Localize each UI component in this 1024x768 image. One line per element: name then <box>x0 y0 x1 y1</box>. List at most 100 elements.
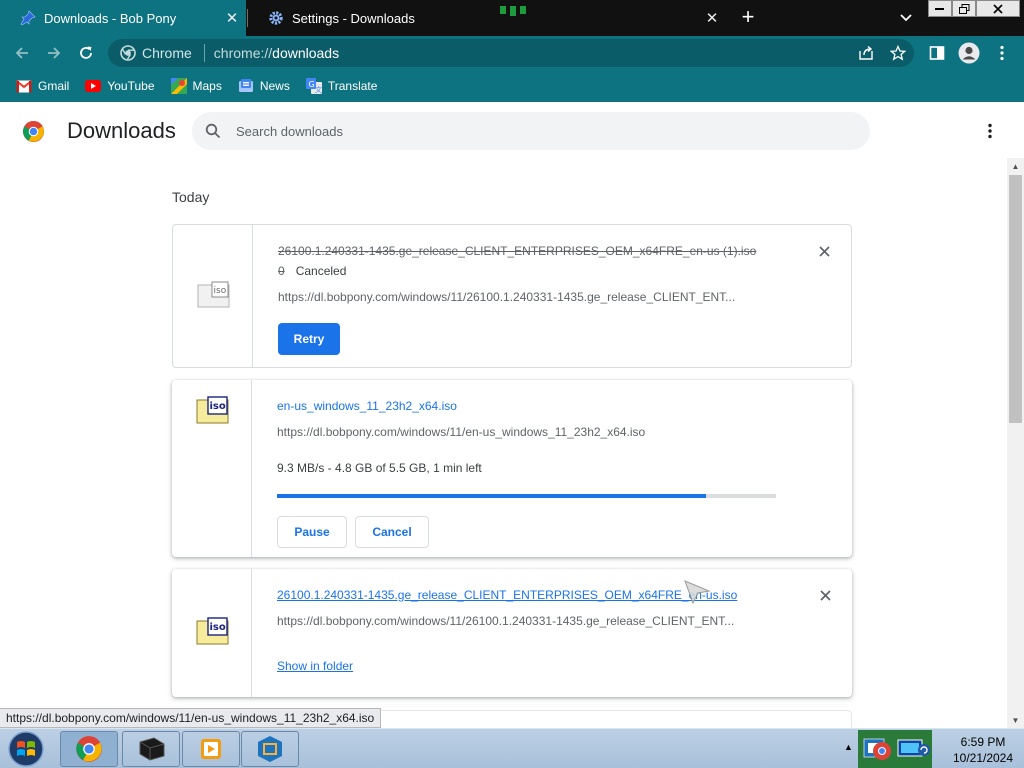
sync-icon[interactable] <box>917 743 931 757</box>
bookmark-translate[interactable]: G文 Translate <box>305 78 378 94</box>
page-scrollbar[interactable]: ▲ ▼ <box>1007 158 1024 728</box>
date-section-heading: Today <box>172 189 210 205</box>
search-input[interactable] <box>236 123 836 139</box>
download-status: 0 Canceled <box>278 264 346 278</box>
chrome-page-icon <box>120 45 136 61</box>
profile-avatar-icon[interactable] <box>956 40 982 66</box>
new-tab-button[interactable]: + <box>737 6 759 29</box>
share-icon[interactable] <box>853 40 879 66</box>
bookmark-label: Maps <box>192 79 222 93</box>
retry-button[interactable]: Retry <box>278 323 340 355</box>
tab-search-chevron-icon[interactable] <box>896 8 916 28</box>
tab-close-icon[interactable]: ✕ <box>222 8 242 28</box>
bookmark-star-icon[interactable] <box>885 40 911 66</box>
more-actions-icon[interactable] <box>980 121 1000 141</box>
url-host: downloads <box>272 45 340 61</box>
virtualbox-icon <box>258 736 282 762</box>
iso-file-icon: iso <box>196 396 229 424</box>
file-url: https://dl.bobpony.com/windows/11/26100.… <box>277 614 735 628</box>
windows-start-icon[interactable] <box>6 730 46 768</box>
remove-item-close-icon[interactable] <box>816 586 834 604</box>
url-text: chrome://downloads <box>214 45 339 61</box>
reload-icon[interactable] <box>73 40 99 66</box>
scrollbar-thumb[interactable] <box>1009 175 1022 423</box>
link-status-bubble: https://dl.bobpony.com/windows/11/en-us_… <box>0 708 382 728</box>
file-name-link[interactable]: 26100.1.240331-1435.ge_release_CLIENT_EN… <box>277 588 737 602</box>
taskbar: ▲ 6:59 PM 10/21/2024 <box>0 728 1024 768</box>
system-tray: ▲ 6:59 PM 10/21/2024 <box>840 730 1024 768</box>
taskbar-chrome[interactable] <box>60 731 118 767</box>
clock-date[interactable]: 10/21/2024 <box>943 751 1023 765</box>
iso-file-icon: iso <box>196 617 229 645</box>
tray-app-icon[interactable] <box>862 735 892 763</box>
browser-menu-icon[interactable] <box>989 40 1015 66</box>
bookmark-news[interactable]: News <box>238 78 290 94</box>
status-prefix: 0 <box>278 264 285 278</box>
maps-icon <box>170 78 187 94</box>
window-restore-button[interactable] <box>952 0 976 17</box>
title-bar: Downloads - Bob Pony ✕ Settings - Downlo… <box>0 0 1024 36</box>
show-in-folder-link[interactable]: Show in folder <box>277 659 353 673</box>
chrome-chip[interactable]: Chrome <box>120 45 192 61</box>
bookmark-gmail[interactable]: Gmail <box>16 78 69 94</box>
media-player-icon <box>201 739 221 759</box>
clock-time[interactable]: 6:59 PM <box>943 735 1023 749</box>
file-url: https://dl.bobpony.com/windows/11/en-us_… <box>277 425 646 439</box>
side-panel-icon[interactable] <box>924 40 950 66</box>
window-close-button[interactable] <box>976 0 1020 17</box>
toolbar: Chrome chrome://downloads <box>0 36 1024 70</box>
omnibox-divider <box>203 44 205 62</box>
pause-button[interactable]: Pause <box>277 516 347 548</box>
bookmark-label: YouTube <box>107 79 155 93</box>
mouse-cursor-icon <box>684 580 710 604</box>
page-title: Downloads <box>67 118 176 143</box>
downloads-page: Downloads Today iso 26100.1.240331-1435.… <box>0 102 1024 728</box>
file-name-link[interactable]: en-us_windows_11_23h2_x64.iso <box>277 399 457 413</box>
remove-item-close-icon[interactable] <box>815 242 833 260</box>
url-scheme: chrome:// <box>213 45 273 61</box>
download-item-canceled: iso 26100.1.240331-1435.ge_release_CLIEN… <box>172 224 852 368</box>
back-arrow-icon[interactable] <box>9 40 35 66</box>
scroll-down-arrow-icon[interactable]: ▼ <box>1007 712 1024 728</box>
file-url: https://dl.bobpony.com/windows/11/26100.… <box>278 290 736 304</box>
tab-downloads[interactable]: Downloads - Bob Pony ✕ <box>0 0 246 36</box>
bookmark-label: News <box>259 79 290 93</box>
scroll-up-arrow-icon[interactable]: ▲ <box>1007 158 1024 174</box>
taskbar-terminal[interactable] <box>122 731 180 767</box>
news-icon <box>238 78 254 94</box>
window-minimize-button[interactable] <box>928 0 952 17</box>
tab-title: Downloads - Bob Pony <box>44 10 177 26</box>
file-name: 26100.1.240331-1435.ge_release_CLIENT_EN… <box>278 244 757 258</box>
svg-text:iso: iso <box>210 401 226 412</box>
tab-close-icon[interactable]: ✕ <box>702 8 722 28</box>
bookmark-maps[interactable]: Maps <box>170 78 222 94</box>
tab-settings[interactable]: Settings - Downloads ✕ <box>248 0 726 36</box>
download-item-in-progress: iso en-us_windows_11_23h2_x64.iso https:… <box>172 380 852 557</box>
chrome-icon <box>76 736 102 762</box>
taskbar-media-player[interactable] <box>182 731 240 767</box>
search-icon <box>204 122 222 140</box>
address-bar[interactable]: Chrome chrome://downloads <box>108 39 914 67</box>
frame-decoration <box>500 6 526 16</box>
file-icon-column: iso <box>172 380 252 557</box>
forward-arrow-icon[interactable] <box>41 40 67 66</box>
page-header: Downloads <box>0 102 1024 160</box>
bookmark-label: Gmail <box>38 79 70 93</box>
iso-file-icon: iso <box>197 281 230 308</box>
chrome-logo-icon <box>22 120 45 143</box>
svg-text:文: 文 <box>315 85 322 94</box>
svg-text:iso: iso <box>214 286 227 296</box>
bookmark-label: Translate <box>327 79 378 93</box>
bookmark-youtube[interactable]: YouTube <box>85 78 155 94</box>
search-box[interactable] <box>192 112 870 150</box>
status-text: Canceled <box>295 264 347 278</box>
bookmarks-bar: Gmail YouTube Maps News G文 Translate <box>0 70 1024 102</box>
show-hidden-icons-arrow-icon[interactable]: ▲ <box>844 742 853 752</box>
taskbar-virtualbox[interactable] <box>241 731 299 767</box>
svg-text:G: G <box>308 80 314 89</box>
cancel-button[interactable]: Cancel <box>355 516 429 548</box>
svg-text:iso: iso <box>210 622 226 633</box>
pin-icon <box>20 10 36 26</box>
youtube-icon <box>85 78 102 94</box>
progress-bar <box>277 494 776 498</box>
